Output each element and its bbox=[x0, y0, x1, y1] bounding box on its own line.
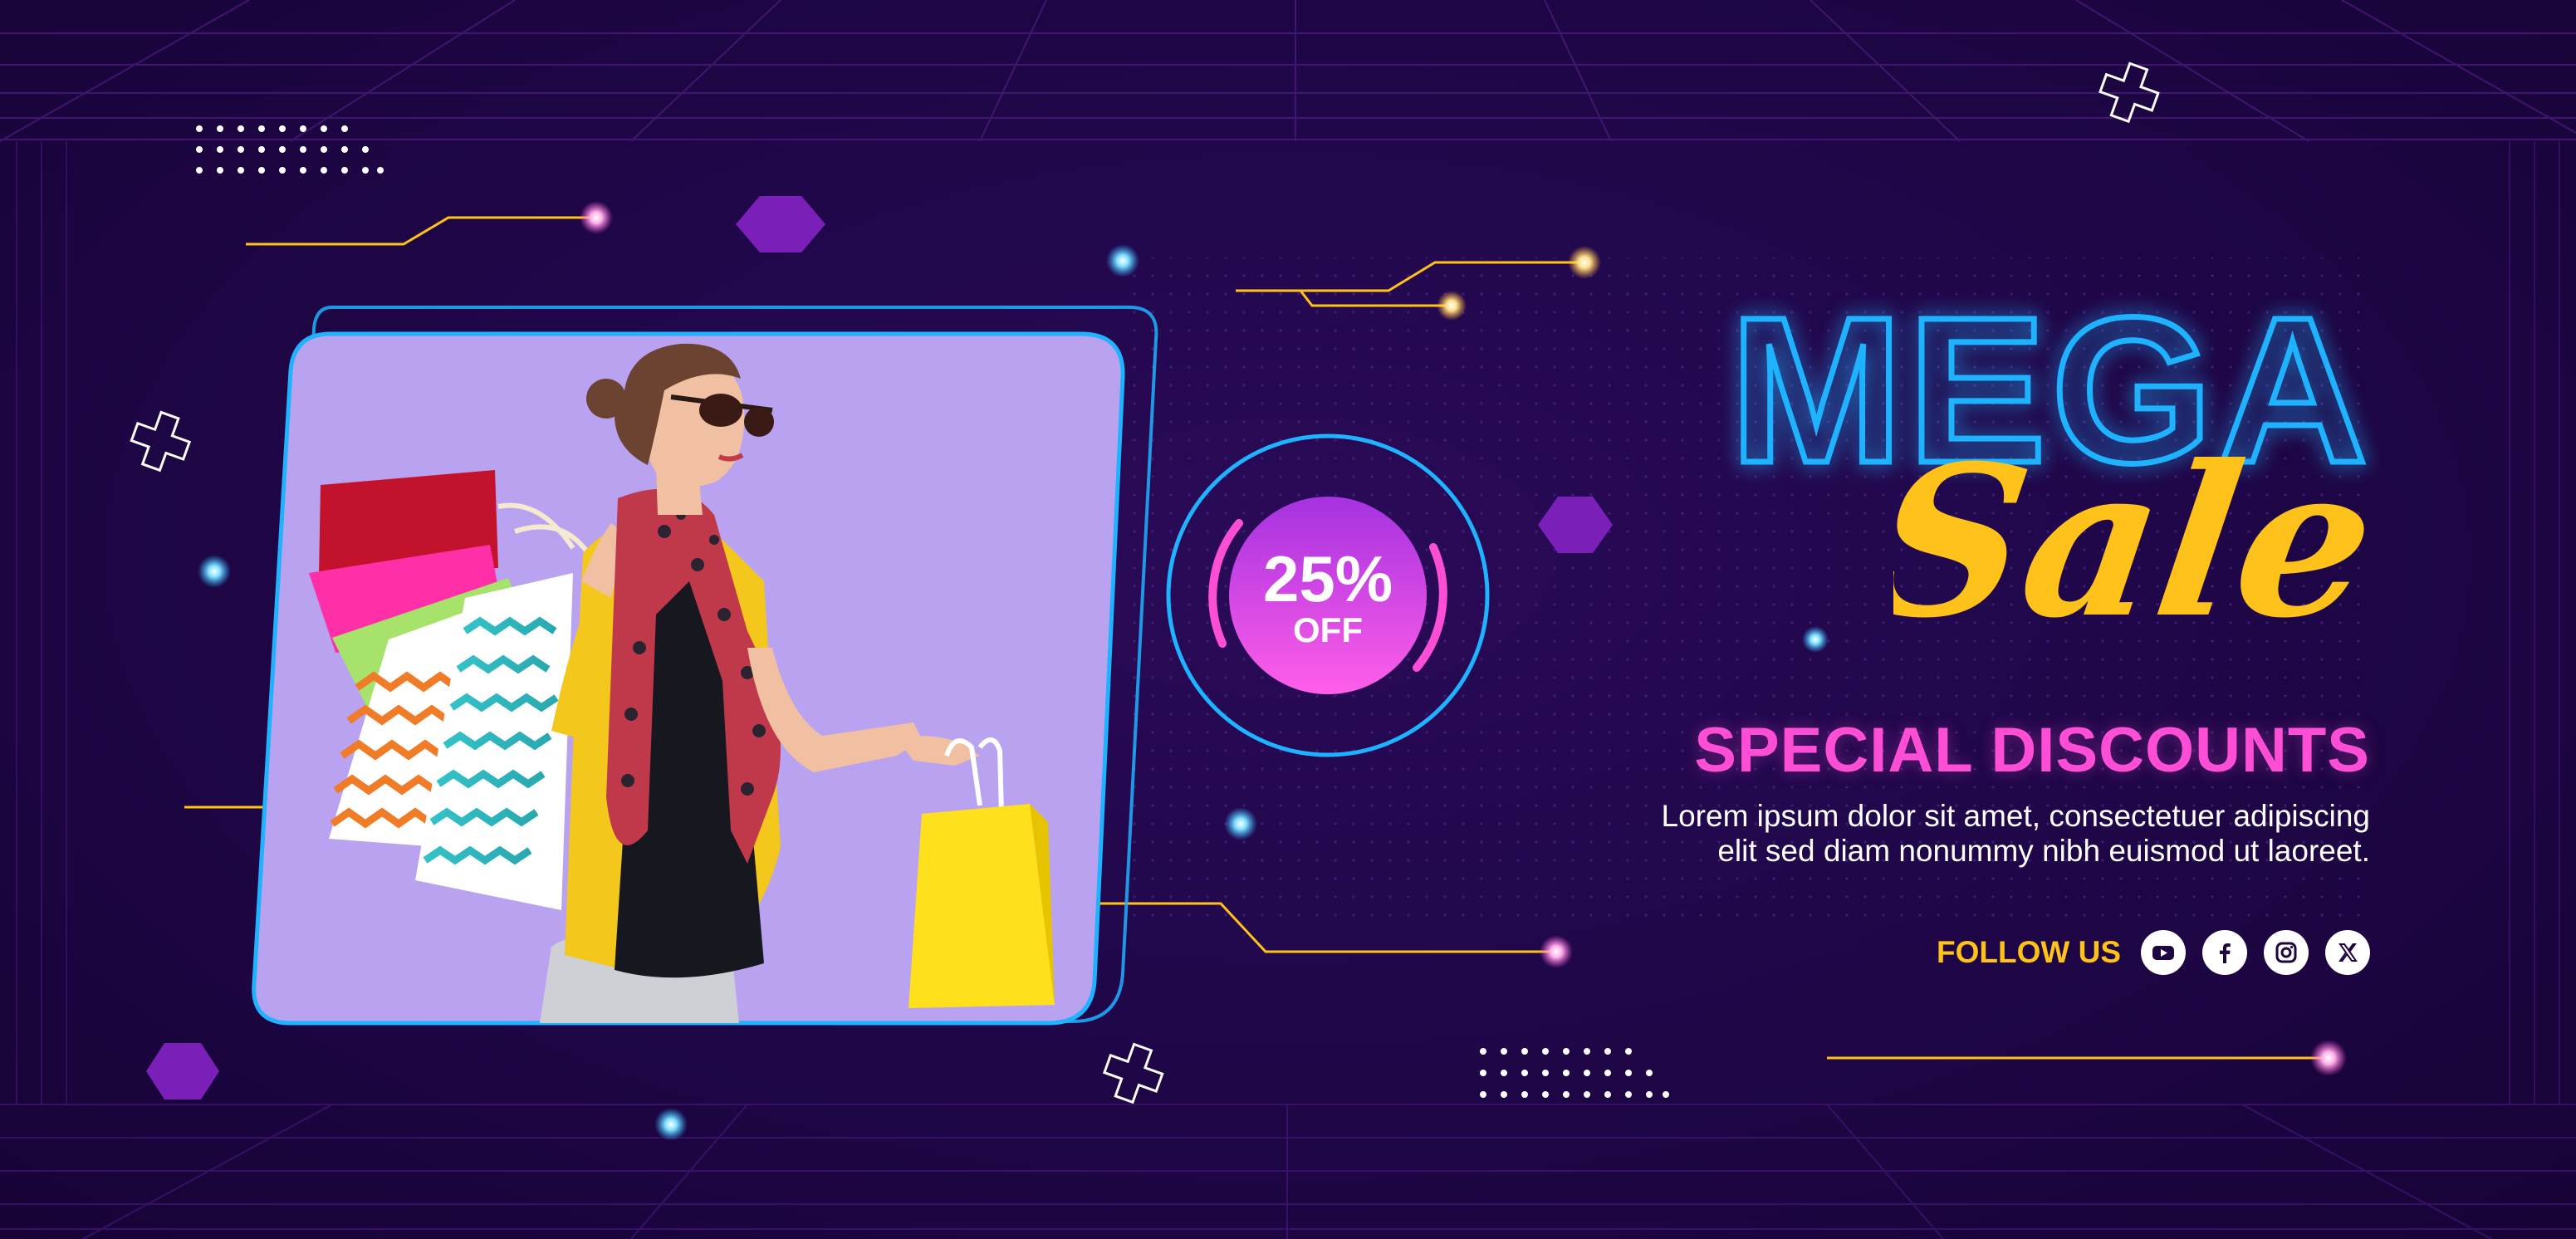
badge-label: 25% OFF bbox=[1229, 498, 1427, 696]
instagram-icon[interactable] bbox=[2264, 930, 2309, 975]
badge-percent: 25% bbox=[1262, 542, 1393, 615]
promo-banner: 25% OFF MEGA Sale SPECIAL DISCOUNTS Lore… bbox=[0, 0, 2576, 1239]
subheading: SPECIAL DISCOUNTS bbox=[1694, 715, 2370, 786]
badge-off: OFF bbox=[1293, 610, 1363, 649]
facebook-icon[interactable] bbox=[2202, 930, 2247, 975]
body-line-2: elit sed diam nonummy nibh euismod ut la… bbox=[1717, 834, 2370, 868]
body-text: Lorem ipsum dolor sit amet, consectetuer… bbox=[1457, 799, 2370, 869]
follow-us: FOLLOW US bbox=[1937, 923, 2370, 982]
body-line-1: Lorem ipsum dolor sit amet, consectetuer… bbox=[1661, 799, 2370, 833]
youtube-icon[interactable] bbox=[2141, 930, 2186, 975]
x-icon[interactable] bbox=[2325, 930, 2370, 975]
headline-sale-text: Sale bbox=[1893, 420, 2388, 656]
follow-us-label: FOLLOW US bbox=[1937, 935, 2121, 969]
headline-sale: Sale bbox=[1893, 420, 2388, 656]
